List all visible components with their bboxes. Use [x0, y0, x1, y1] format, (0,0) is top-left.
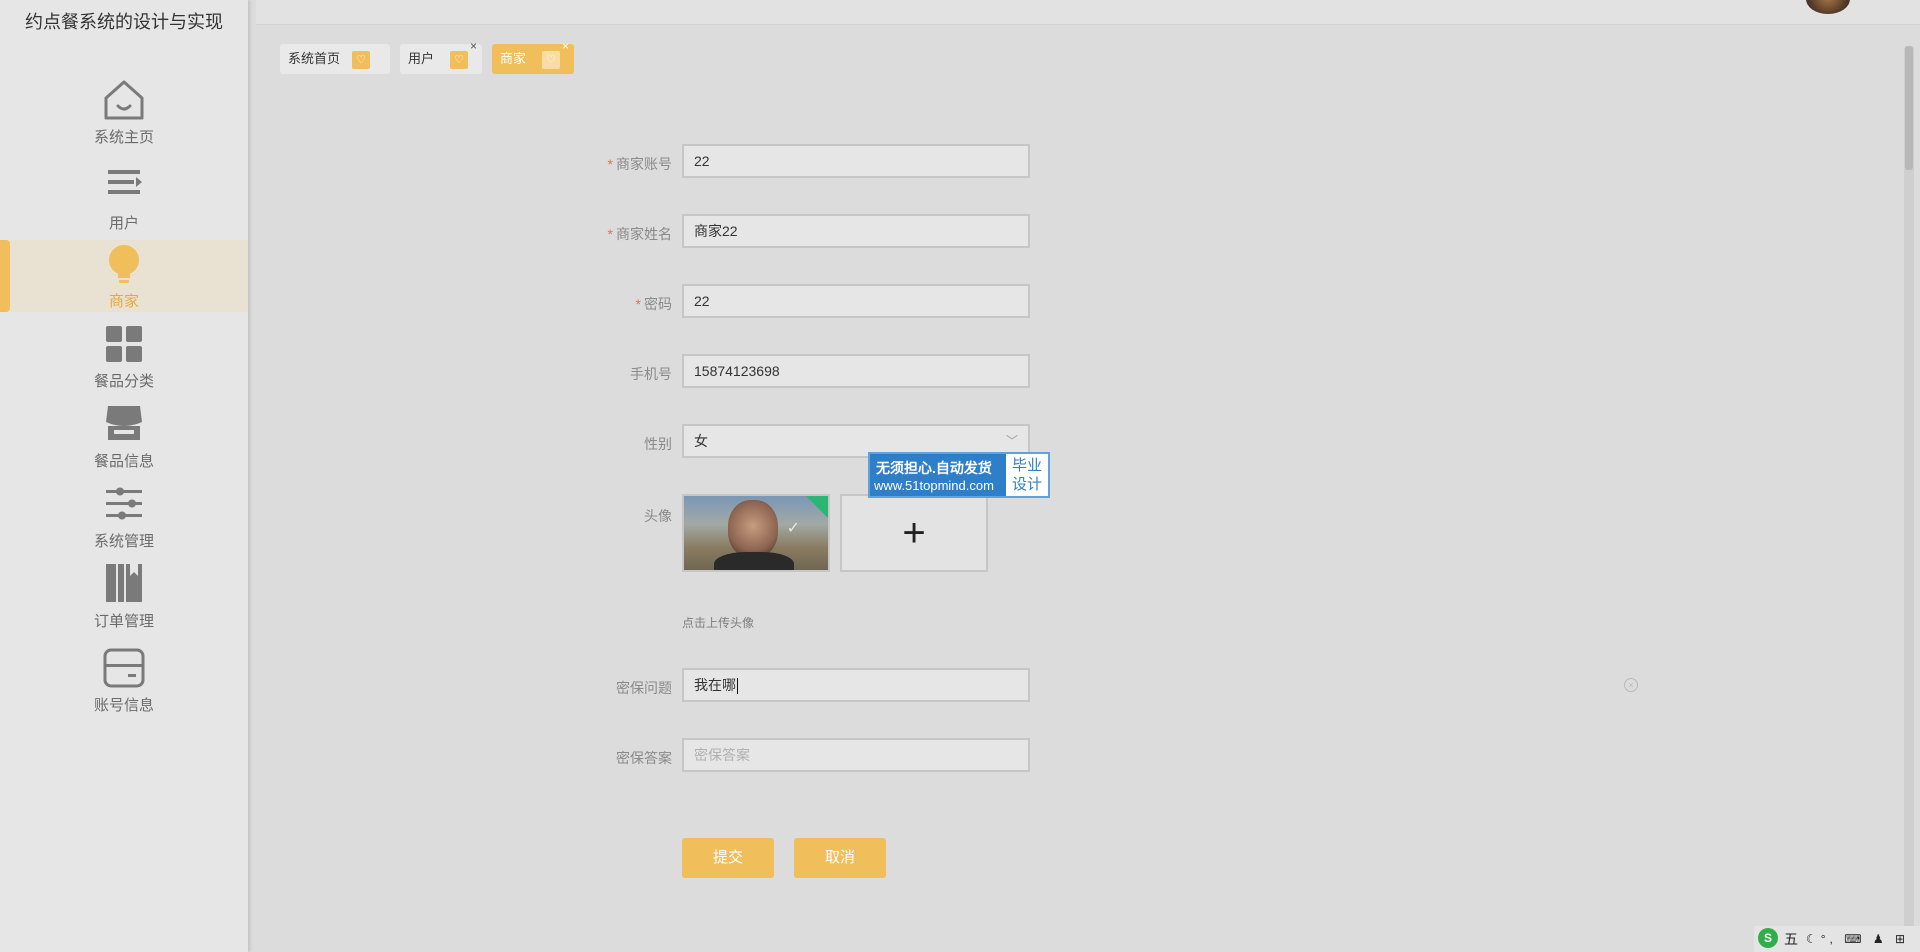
watermark-line2: www.51topmind.com: [874, 478, 994, 493]
answer-label: 密保答案: [616, 750, 672, 766]
heart-icon: ♡: [542, 51, 560, 69]
question-value: 我在哪: [694, 677, 736, 693]
cancel-button[interactable]: 取消: [794, 838, 886, 878]
close-icon[interactable]: ×: [562, 40, 569, 52]
tab-label: 系统首页: [288, 51, 341, 66]
question-input[interactable]: 我在哪: [682, 668, 1030, 702]
user-avatar[interactable]: [1806, 0, 1850, 14]
sidebar-item-label: 系统管理: [93, 533, 154, 550]
sidebar-item-label: 餐品信息: [93, 453, 154, 470]
name-input[interactable]: 商家22: [682, 214, 1030, 248]
sidebar-item-label: 账号信息: [93, 697, 154, 714]
shop-icon: [106, 406, 142, 440]
submit-button[interactable]: 提交: [682, 838, 774, 878]
avatar-upload-button[interactable]: +: [840, 494, 988, 572]
sidebar-item-merchant[interactable]: 商家: [0, 240, 248, 312]
sogou-logo-icon[interactable]: S: [1758, 928, 1778, 948]
sidebar-item-users[interactable]: 用户: [0, 162, 248, 234]
clear-icon[interactable]: ×: [1624, 678, 1638, 692]
watermark-line1: 无须担心.自动发货: [876, 460, 992, 476]
sliders-icon: [106, 487, 142, 520]
close-icon[interactable]: ×: [470, 40, 477, 52]
sidebar-item-label: 餐品分类: [93, 373, 154, 390]
grid-icon: [106, 326, 142, 362]
gender-label: 性别: [644, 436, 672, 452]
tab-home[interactable]: 系统首页 ♡: [280, 44, 390, 74]
list-icon: [108, 170, 142, 194]
scrollbar-thumb[interactable]: [1905, 46, 1913, 170]
scrollbar[interactable]: [1904, 46, 1914, 946]
question-label: 密保问题: [616, 680, 672, 696]
name-label: * 商家姓名: [607, 226, 672, 242]
gender-value: 女: [694, 433, 708, 449]
check-icon: ✓: [786, 520, 800, 537]
sidebar-item-home[interactable]: 系统主页: [0, 76, 248, 148]
answer-input[interactable]: 密保答案: [682, 738, 1030, 772]
success-corner: [804, 496, 828, 520]
sidebar-item-label: 商家: [108, 293, 139, 310]
sidebar-item-category[interactable]: 餐品分类: [0, 320, 248, 392]
password-label: * 密码: [635, 296, 672, 312]
account-label: * 商家账号: [607, 156, 672, 172]
phone-label: 手机号: [630, 366, 672, 382]
sidebar-item-label: 用户: [108, 215, 139, 232]
watermark-right-line1: 毕业: [1011, 457, 1042, 474]
watermark-right-line2: 设计: [1011, 476, 1042, 493]
tab-label: 商家: [500, 51, 527, 66]
account-input[interactable]: 22: [682, 144, 1030, 178]
sidebar-item-dish[interactable]: 餐品信息: [0, 400, 248, 472]
tray-icons[interactable]: ☾°, ⌨ ♟ ⊞: [1806, 926, 1909, 952]
top-bar: [256, 0, 1920, 25]
system-tray: S 五 ☾°, ⌨ ♟ ⊞: [1754, 926, 1920, 952]
sidebar-item-system[interactable]: 系统管理: [0, 480, 248, 552]
watermark-banner: 无须担心.自动发货 www.51topmind.com 毕业 设计: [868, 452, 1050, 498]
password-input[interactable]: 22: [682, 284, 1030, 318]
sidebar-item-account[interactable]: 账号信息: [0, 644, 248, 716]
home-icon: [104, 80, 144, 120]
heart-icon: ♡: [450, 51, 468, 69]
card-icon: [103, 648, 145, 688]
books-icon: [106, 564, 142, 602]
tab-label: 用户: [408, 51, 435, 66]
avatar-label: 头像: [644, 508, 672, 524]
avatar-thumbnail[interactable]: ✓: [682, 494, 830, 572]
sidebar-item-label: 系统主页: [93, 129, 154, 146]
heart-icon: ♡: [352, 51, 370, 69]
sidebar-item-label: 订单管理: [93, 613, 154, 630]
ime-mode[interactable]: 五: [1784, 926, 1798, 952]
bulb-icon: [109, 245, 139, 283]
sidebar: 约点餐系统的设计与实现 系统主页 用户 商家 餐品分类 餐品信息 系统管理 订单…: [0, 0, 248, 952]
avatar-hint: 点击上传头像: [682, 616, 755, 630]
phone-input[interactable]: 15874123698: [682, 354, 1030, 388]
sidebar-item-orders[interactable]: 订单管理: [0, 560, 248, 632]
app-title: 约点餐系统的设计与实现: [25, 12, 223, 32]
tab-merchant[interactable]: 商家 ♡ ×: [492, 40, 574, 74]
text-cursor: [737, 678, 738, 695]
tab-users[interactable]: 用户 ♡ ×: [400, 40, 482, 74]
plus-icon: +: [902, 511, 926, 555]
